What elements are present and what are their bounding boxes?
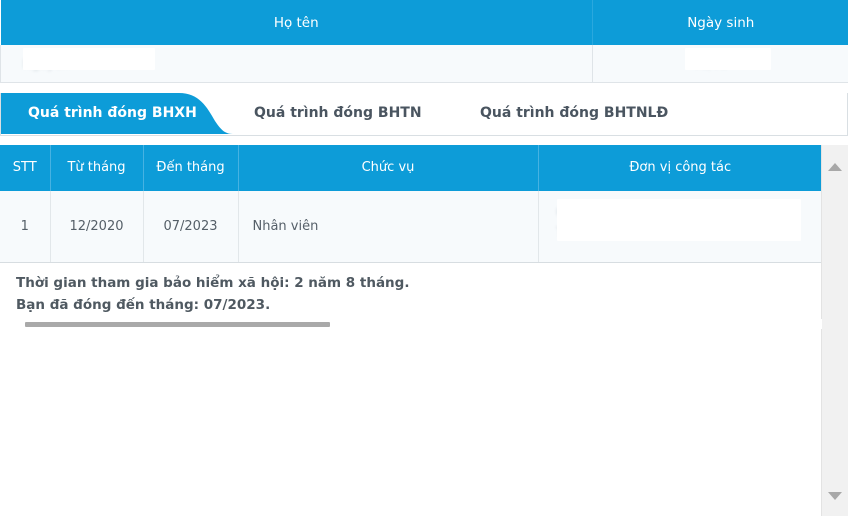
cell-workplace: CÔNG TY TNHH (538, 190, 822, 263)
process-table-header: STT Từ tháng Đến tháng Chức vụ Đơn vị cô… (0, 144, 822, 191)
person-col-header-full-name: Họ tên (0, 0, 593, 45)
process-col-header-to-month: Đến tháng (143, 144, 239, 191)
vertical-scrollbar[interactable] (821, 144, 848, 516)
summary-paid-until: Bạn đã đóng đến tháng: 07/2023. (16, 296, 271, 313)
person-cell-dob: 01/01 (592, 45, 848, 83)
dob-redaction (685, 48, 771, 70)
process-table-body: 1 12/2020 07/2023 Nhân viên CÔNG TY TNHH (0, 190, 822, 263)
cell-stt: 1 (0, 190, 51, 263)
process-col-header-stt: STT (0, 144, 51, 191)
person-info-header: Họ tên Ngày sinh (0, 0, 848, 45)
full-name-redaction (23, 48, 155, 70)
tab-bhtn[interactable]: Quá trình đóng BHTN (254, 93, 422, 134)
person-info-row: Nguyễn 01/01 (0, 45, 848, 83)
tab-bar: Quá trình đóng BHXH Quá trình đóng BHTN … (0, 92, 848, 136)
triangle-down-icon[interactable] (828, 491, 842, 500)
horizontal-scroll-thumb[interactable] (25, 322, 330, 328)
process-col-header-workplace: Đơn vị công tác (538, 144, 822, 191)
workplace-redaction (556, 198, 801, 241)
tab-bhxh[interactable]: Quá trình đóng BHXH (28, 93, 197, 134)
process-col-header-position: Chức vụ (238, 144, 539, 191)
person-info-body: Nguyễn 01/01 (0, 45, 848, 83)
process-panel: STT Từ tháng Đến tháng Chức vụ Đơn vị cô… (0, 144, 848, 516)
triangle-up-icon[interactable] (828, 162, 842, 171)
summary-total-duration: Thời gian tham gia bảo hiểm xã hội: 2 nă… (16, 275, 410, 291)
process-header-row: STT Từ tháng Đến tháng Chức vụ Đơn vị cô… (0, 144, 822, 191)
person-col-header-dob: Ngày sinh (592, 0, 848, 45)
tab-bhtnld[interactable]: Quá trình đóng BHTNLĐ (480, 93, 668, 134)
horizontal-scrollbar[interactable] (0, 319, 822, 330)
cell-position: Nhân viên (238, 190, 539, 263)
person-cell-full-name: Nguyễn (0, 45, 593, 83)
person-info-header-row: Họ tên Ngày sinh (0, 0, 848, 45)
process-table: STT Từ tháng Đến tháng Chức vụ Đơn vị cô… (0, 144, 822, 263)
cell-from-month: 12/2020 (50, 190, 144, 263)
cell-to-month: 07/2023 (143, 190, 239, 263)
table-row: 1 12/2020 07/2023 Nhân viên CÔNG TY TNHH (0, 190, 822, 263)
person-info-table: Họ tên Ngày sinh Nguyễn 01/01 (0, 0, 848, 83)
process-col-header-from-month: Từ tháng (50, 144, 144, 191)
